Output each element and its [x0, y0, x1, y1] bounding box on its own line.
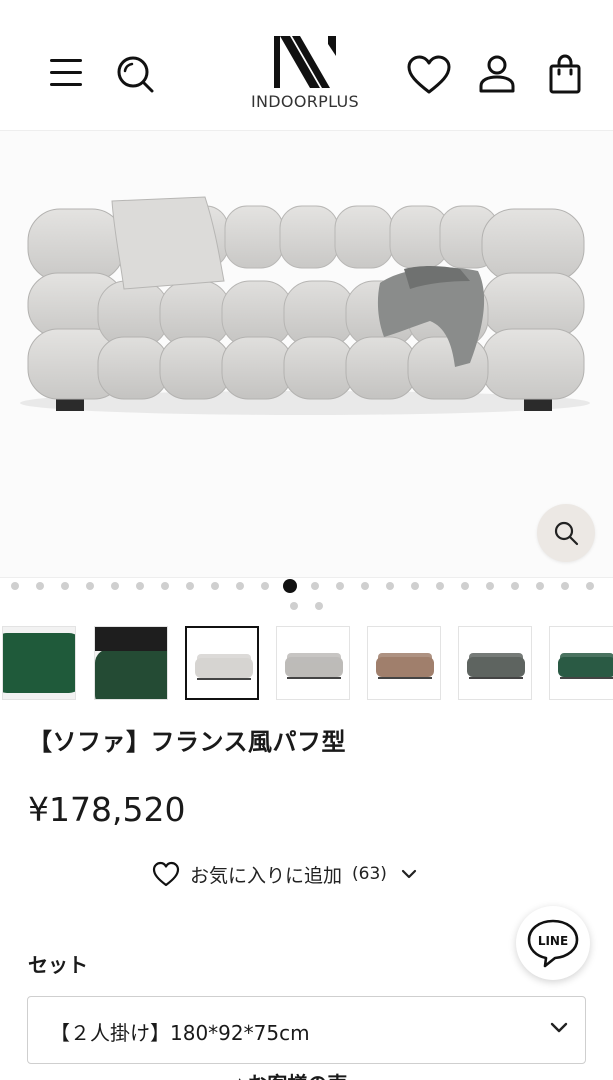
- carousel-dot[interactable]: [536, 582, 544, 590]
- thumbnail-light-gray-sofa[interactable]: [185, 626, 259, 700]
- menu-icon[interactable]: [48, 56, 84, 90]
- carousel-dot[interactable]: [36, 582, 44, 590]
- thumbnail-green-sofa-closeup[interactable]: [2, 626, 76, 700]
- carousel-dot[interactable]: [289, 602, 298, 610]
- zoom-button[interactable]: [537, 504, 595, 562]
- carousel-dots: [0, 578, 613, 618]
- carousel-dot[interactable]: [161, 582, 169, 590]
- sofa-thumbnail-image: [368, 627, 440, 699]
- line-label: LINE: [538, 934, 568, 948]
- carousel-dot[interactable]: [386, 582, 394, 590]
- heart-icon: [152, 861, 180, 887]
- search-icon: [554, 521, 579, 546]
- carousel-dot[interactable]: [561, 582, 569, 590]
- brand-logo[interactable]: INDOORPLUS: [240, 34, 370, 114]
- carousel-dot[interactable]: [461, 582, 469, 590]
- sofa-product-image: [20, 196, 590, 415]
- sofa-thumbnail-image: [550, 627, 613, 699]
- carousel-dot[interactable]: [261, 582, 269, 590]
- user-icon[interactable]: [478, 54, 516, 94]
- sofa-thumbnail-image: [277, 627, 349, 699]
- thumbnail-green-sofa-partial[interactable]: [549, 626, 613, 700]
- set-option-label: セット: [28, 953, 88, 977]
- site-header: INDOORPLUS: [0, 0, 613, 130]
- thumbnail-gray-sofa[interactable]: [276, 626, 350, 700]
- sofa-thumbnail-image: [459, 627, 531, 699]
- favorite-count: (63): [352, 864, 387, 884]
- carousel-dot[interactable]: [186, 582, 194, 590]
- product-title: 【ソファ】フランス風パフ型: [28, 728, 347, 756]
- thumbnail-strip: [0, 624, 613, 702]
- carousel-dot[interactable]: [211, 582, 219, 590]
- carousel-dot[interactable]: [314, 602, 323, 610]
- carousel-dot[interactable]: [311, 582, 319, 590]
- carousel-dot[interactable]: [511, 582, 519, 590]
- chevron-down-icon: [550, 1022, 568, 1033]
- favorite-label: お気に入りに追加: [190, 864, 343, 887]
- logo-text: INDOORPLUS: [251, 92, 359, 111]
- heart-icon[interactable]: [406, 54, 452, 96]
- carousel-dot[interactable]: [283, 579, 297, 593]
- sofa-thumbnail-image: [187, 628, 257, 698]
- search-icon[interactable]: [115, 54, 155, 94]
- carousel-dot[interactable]: [61, 582, 69, 590]
- carousel-dot[interactable]: [111, 582, 119, 590]
- chevron-down-icon: [401, 869, 417, 879]
- reviews-heading: ▲お客様の声: [232, 1068, 347, 1080]
- sofa-thumbnail-image: [95, 627, 167, 699]
- line-chat-icon: LINE: [527, 919, 579, 968]
- carousel-dot[interactable]: [361, 582, 369, 590]
- thumbnail-brown-sofa[interactable]: [367, 626, 441, 700]
- carousel-dot[interactable]: [11, 582, 19, 590]
- product-image-gallery[interactable]: [0, 130, 613, 578]
- product-price: ¥178,520: [28, 790, 186, 829]
- carousel-dot[interactable]: [411, 582, 419, 590]
- add-to-favorites[interactable]: お気に入りに追加 (63): [152, 858, 417, 890]
- set-option-select[interactable]: 【２人掛け】180*92*75cm: [27, 996, 586, 1064]
- sofa-thumbnail-image: [3, 627, 75, 699]
- selected-option-value: 【２人掛け】180*92*75cm: [50, 1021, 310, 1045]
- thumbnail-dark-gray-sofa[interactable]: [458, 626, 532, 700]
- carousel-dot[interactable]: [336, 582, 344, 590]
- line-chat-button[interactable]: LINE: [516, 906, 590, 980]
- carousel-dot[interactable]: [586, 582, 594, 590]
- carousel-dot[interactable]: [486, 582, 494, 590]
- bag-icon[interactable]: [548, 54, 582, 94]
- carousel-dot[interactable]: [136, 582, 144, 590]
- logo-mark-icon: [274, 36, 336, 88]
- carousel-dot[interactable]: [436, 582, 444, 590]
- thumbnail-green-sofa-room[interactable]: [94, 626, 168, 700]
- carousel-dot[interactable]: [236, 582, 244, 590]
- carousel-dot[interactable]: [86, 582, 94, 590]
